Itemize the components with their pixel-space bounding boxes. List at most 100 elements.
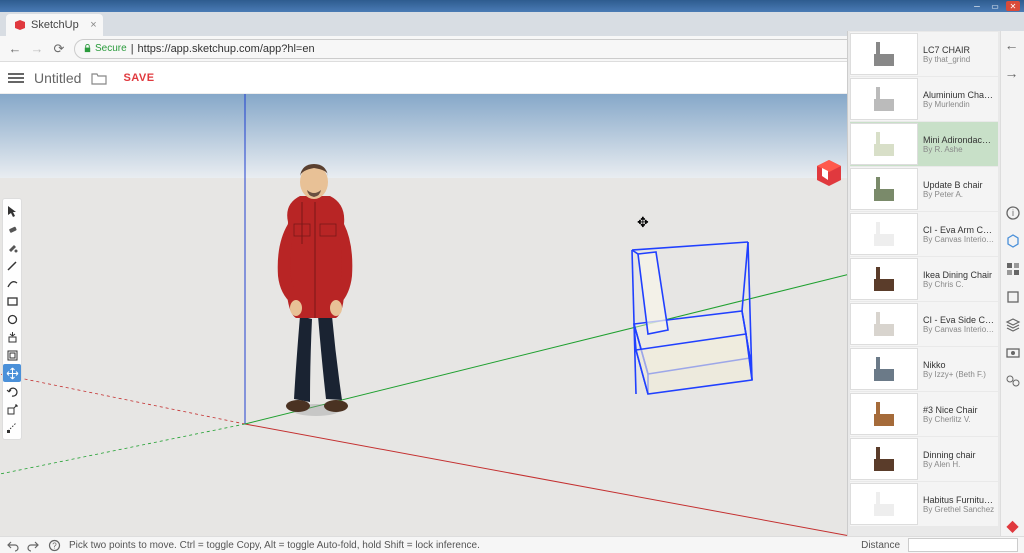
layers-panel-icon[interactable] [1005, 317, 1021, 333]
warehouse-item-name: Nikko [923, 360, 995, 370]
tool-arc[interactable] [3, 274, 21, 292]
save-button[interactable]: SAVE [117, 69, 160, 87]
warehouse-item-author: By R. Ashe [923, 145, 995, 154]
display-panel-icon[interactable] [1005, 373, 1021, 389]
warehouse-item-author: By Chris C. [923, 280, 995, 289]
components-panel-icon[interactable] [1005, 233, 1021, 249]
warehouse-item[interactable]: CI - Eva Side Chai...By Canvas Interiors… [850, 302, 998, 346]
url-input[interactable]: Secure | https://app.sketchup.com/app?hl… [74, 39, 894, 59]
warehouse-item-name: Habitus Furniture... [923, 495, 995, 505]
warehouse-item[interactable]: Ikea Dining ChairBy Chris C. [850, 257, 998, 301]
warehouse-panel: LC7 CHAIRBy that_grindAluminium Chair ..… [847, 31, 1000, 536]
warehouse-item[interactable]: Update B chairBy Peter A. [850, 167, 998, 211]
tool-move[interactable] [3, 364, 21, 382]
sketchup-favicon-icon [14, 19, 26, 31]
styles-panel-icon[interactable] [1005, 289, 1021, 305]
warehouse-item-author: By Canvas Interiors - Designer [923, 325, 995, 334]
tool-select[interactable] [3, 202, 21, 220]
warehouse-thumb [850, 438, 918, 480]
url-text: https://app.sketchup.com/app?hl=en [138, 43, 315, 55]
warehouse-item-name: LC7 CHAIR [923, 45, 995, 55]
warehouse-item[interactable]: Dinning chairBy Alen H. [850, 437, 998, 481]
svg-text:i: i [1012, 208, 1014, 218]
warehouse-item-name: CI - Eva Side Chai... [923, 315, 995, 325]
warehouse-item-author: By that_grind [923, 55, 995, 64]
sketchup-brand-icon: ◆ [1006, 516, 1018, 536]
tool-scale[interactable] [3, 400, 21, 418]
tool-line[interactable] [3, 256, 21, 274]
warehouse-item-name: Ikea Dining Chair [923, 270, 995, 280]
warehouse-item-name: Mini Adirondack-... [923, 135, 995, 145]
warehouse-thumb [850, 78, 918, 120]
tool-tape[interactable] [3, 418, 21, 436]
svg-text:?: ? [52, 541, 57, 550]
scenes-panel-icon[interactable] [1005, 345, 1021, 361]
warehouse-item-author: By Izzy+ (Beth F.) [923, 370, 995, 379]
back-button[interactable]: ← [8, 42, 22, 56]
redo-button[interactable] [27, 539, 40, 552]
warehouse-item-author: By Cherlitz V. [923, 415, 995, 424]
warehouse-item[interactable]: Mini Adirondack-...By R. Ashe [850, 122, 998, 166]
tab-title: SketchUp [31, 19, 79, 31]
back-arrow-icon[interactable]: ← [1005, 37, 1021, 53]
distance-label: Distance [861, 540, 900, 551]
warehouse-item[interactable]: #3 Nice ChairBy Cherlitz V. [850, 392, 998, 436]
tab-close-icon[interactable]: × [90, 19, 96, 31]
forward-button[interactable]: → [30, 42, 44, 56]
warehouse-item-author: By Murlendin [923, 100, 995, 109]
status-bar: ? Pick two points to move. Ctrl = toggle… [0, 536, 1024, 553]
red-axis-neg [0, 374, 245, 424]
chair-model-selected[interactable] [632, 242, 752, 394]
warehouse-item[interactable]: LC7 CHAIRBy that_grind [850, 32, 998, 76]
warehouse-thumb [850, 33, 918, 75]
window-close-button[interactable]: ✕ [1006, 1, 1020, 11]
tool-rectangle[interactable] [3, 292, 21, 310]
undo-button[interactable] [6, 539, 19, 552]
distance-input[interactable] [908, 538, 1018, 552]
warehouse-thumb [850, 348, 918, 390]
tool-paint[interactable] [3, 238, 21, 256]
warehouse-thumb [850, 123, 918, 165]
warehouse-item[interactable]: CI - Eva Arm Chai...By Canvas Interiors … [850, 212, 998, 256]
hamburger-menu-button[interactable] [8, 73, 24, 83]
warehouse-item[interactable]: Habitus Furniture...By Grethel Sanchez [850, 482, 998, 526]
warehouse-item-author: By Alen H. [923, 460, 995, 469]
secure-badge: Secure [83, 43, 127, 54]
tool-pushpull[interactable] [3, 328, 21, 346]
reload-button[interactable]: ⟳ [52, 42, 66, 56]
warehouse-item-author: By Grethel Sanchez [923, 505, 995, 514]
tool-rotate[interactable] [3, 382, 21, 400]
warehouse-item-name: Aluminium Chair ... [923, 90, 995, 100]
move-cursor-icon: ✥ [637, 214, 649, 231]
warehouse-item-name: Update B chair [923, 180, 995, 190]
lock-icon [83, 44, 92, 53]
materials-panel-icon[interactable] [1005, 261, 1021, 277]
human-figure[interactable] [278, 164, 353, 416]
right-tray-rail: ← → i ◆ [1000, 31, 1024, 536]
window-maximize-button[interactable]: ▭ [988, 1, 1002, 11]
warehouse-item-name: #3 Nice Chair [923, 405, 995, 415]
sketchup-logo-icon [814, 158, 844, 188]
instructor-panel-icon[interactable]: i [1005, 205, 1021, 221]
warehouse-item-author: By Canvas Interiors - Designer [923, 235, 995, 244]
window-titlebar: ─ ▭ ✕ [0, 0, 1024, 12]
tool-eraser[interactable] [3, 220, 21, 238]
warehouse-thumb [850, 213, 918, 255]
open-folder-button[interactable] [91, 71, 107, 85]
status-tip-text: Pick two points to move. Ctrl = toggle C… [69, 540, 853, 551]
window-minimize-button[interactable]: ─ [970, 1, 984, 11]
warehouse-thumb [850, 393, 918, 435]
tool-offset[interactable] [3, 346, 21, 364]
document-title: Untitled [34, 70, 81, 86]
warehouse-thumb [850, 258, 918, 300]
help-button[interactable]: ? [48, 539, 61, 552]
red-axis [245, 424, 850, 536]
forward-arrow-icon[interactable]: → [1005, 65, 1021, 81]
warehouse-thumb [850, 483, 918, 525]
left-toolbar [2, 198, 22, 440]
browser-tab[interactable]: SketchUp × [6, 14, 103, 36]
warehouse-item-name: CI - Eva Arm Chai... [923, 225, 995, 235]
warehouse-item[interactable]: Aluminium Chair ...By Murlendin [850, 77, 998, 121]
tool-circle[interactable] [3, 310, 21, 328]
warehouse-item[interactable]: NikkoBy Izzy+ (Beth F.) [850, 347, 998, 391]
